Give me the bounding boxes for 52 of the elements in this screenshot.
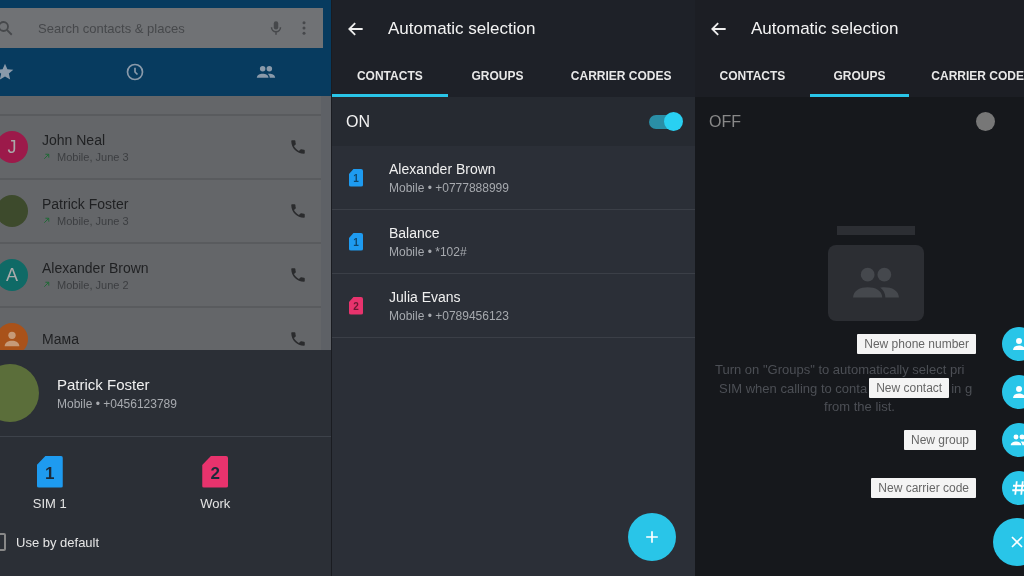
contact-detail: Mobile • +0456123789 bbox=[57, 396, 177, 411]
photo-placeholder bbox=[0, 195, 28, 227]
contact-name: Balance bbox=[389, 224, 441, 241]
toggle-label: ON bbox=[346, 112, 370, 131]
contact-name: Patrick Foster bbox=[57, 375, 151, 393]
clock-icon[interactable] bbox=[125, 62, 146, 82]
sim-option[interactable]: 2 Work bbox=[165, 455, 265, 511]
sim-option[interactable]: 1 SIM 1 bbox=[0, 455, 100, 511]
toggle-label: OFF bbox=[709, 112, 741, 131]
tab[interactable]: CARRIER CODES bbox=[547, 58, 695, 97]
contact-name: Alexander Brown bbox=[42, 259, 150, 276]
hash-icon bbox=[1010, 479, 1024, 497]
phone-icon[interactable] bbox=[289, 330, 307, 348]
arrow-icon bbox=[42, 280, 51, 289]
sim-card-icon: 2 bbox=[202, 455, 229, 488]
contact-name: Patrick Foster bbox=[42, 195, 130, 212]
sim-card-icon: 2 bbox=[349, 296, 363, 315]
switch[interactable] bbox=[649, 114, 681, 129]
person-icon bbox=[1010, 335, 1024, 353]
tab[interactable]: CONTACTS bbox=[695, 58, 810, 97]
arrow-icon bbox=[42, 216, 51, 225]
phone-icon[interactable] bbox=[289, 266, 307, 284]
message-text: SIM when calling to conta bbox=[719, 379, 868, 397]
tab[interactable]: CARRIER CODE bbox=[909, 58, 1024, 97]
screen-title: Automatic selection bbox=[388, 19, 536, 39]
menu-label[interactable]: New phone number bbox=[857, 334, 976, 354]
avatar: A bbox=[0, 259, 28, 291]
arrow-icon bbox=[42, 152, 51, 161]
sim-card-icon: 1 bbox=[349, 168, 363, 187]
contact-name: Мама bbox=[42, 331, 81, 347]
contact-detail: Mobile • +0789456123 bbox=[389, 308, 509, 323]
sim-card-icon: 1 bbox=[36, 455, 63, 488]
contact-name: John Neal bbox=[42, 131, 107, 148]
person-icon bbox=[1010, 383, 1024, 401]
phone-icon[interactable] bbox=[289, 138, 307, 156]
menu-label[interactable]: New group bbox=[903, 430, 976, 450]
tab[interactable]: GROUPS bbox=[447, 58, 548, 97]
contact-detail: Mobile • +0777888999 bbox=[389, 180, 509, 195]
contact-name: Alexander Brown bbox=[389, 160, 497, 177]
menu-label[interactable]: New contact bbox=[869, 378, 950, 398]
sim-card-icon: 1 bbox=[349, 232, 363, 251]
add-button[interactable] bbox=[628, 513, 676, 561]
tab[interactable]: GROUPS bbox=[809, 58, 910, 97]
message-text: from the list. bbox=[824, 398, 895, 415]
avatar: J bbox=[0, 131, 28, 163]
screen-title: Automatic selection bbox=[751, 19, 899, 39]
message-text: in g bbox=[951, 379, 973, 397]
checkbox-label: Use by default bbox=[16, 534, 100, 550]
contact-name: Julia Evans bbox=[389, 288, 462, 305]
menu-label[interactable]: New carrier code bbox=[871, 478, 976, 498]
contact-detail: Mobile • *102# bbox=[389, 244, 467, 259]
phone-icon[interactable] bbox=[289, 202, 307, 220]
